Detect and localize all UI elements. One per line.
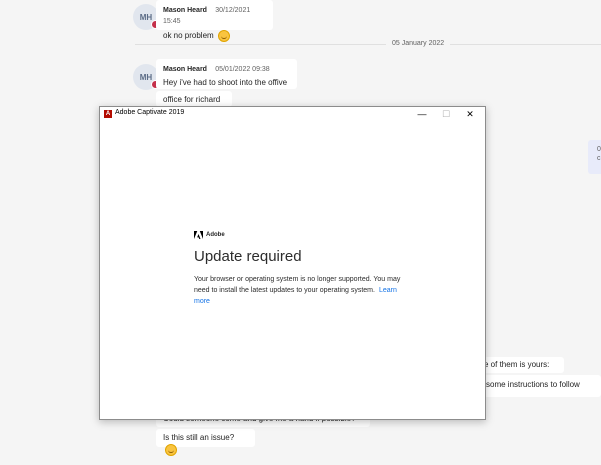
- chat-message[interactable]: some instructions to follow: [484, 375, 601, 397]
- adobe-captivate-app-icon: A: [104, 110, 112, 118]
- adobe-brand: Adobe: [194, 231, 404, 239]
- chat-message[interactable]: e of them is yours:: [484, 357, 564, 373]
- adobe-logo-icon: [194, 231, 203, 239]
- message-sender: Mason Heard: [163, 66, 207, 73]
- close-button[interactable]: ✕: [457, 107, 483, 121]
- smile-emoji-icon: [165, 443, 177, 456]
- chat-message[interactable]: Mason Heard 30/12/2021 15:45 ok no probl…: [156, 0, 273, 42]
- message-text: ok no problem: [163, 30, 214, 40]
- dialog-body: Your browser or operating system is no l…: [194, 274, 404, 308]
- minimize-button[interactable]: —: [409, 107, 435, 121]
- message-fragment: c: [597, 155, 601, 163]
- dialog-content: Adobe Update required Your browser or op…: [194, 231, 404, 308]
- maximize-button[interactable]: ☐: [433, 107, 459, 121]
- chat-message[interactable]: office for richard: [156, 91, 232, 107]
- dialog-heading: Update required: [194, 248, 302, 265]
- message-text: e of them is yours:: [484, 360, 550, 369]
- message-text: Hey i've had to shoot into the offive: [163, 77, 288, 87]
- date-divider-line: [135, 44, 601, 45]
- window-title: Adobe Captivate 2019: [115, 109, 185, 116]
- smile-emoji-icon: [217, 29, 230, 42]
- message-time: 05/01/2022 09:38: [215, 66, 270, 73]
- message-text: Is this still an issue?: [163, 433, 235, 442]
- message-sender: Mason Heard: [163, 7, 207, 14]
- date-divider: 05 January 2022: [386, 40, 451, 47]
- chat-message[interactable]: Mason Heard 05/01/2022 09:38 Hey i've ha…: [156, 59, 297, 89]
- chat-message[interactable]: Is this still an issue?: [156, 429, 255, 456]
- avatar-initials: MH: [139, 12, 153, 22]
- avatar-initials: MH: [139, 72, 153, 82]
- dialog-message: Your browser or operating system is no l…: [194, 276, 401, 295]
- message-fragment: 0: [597, 146, 601, 153]
- message-text: office for richard: [163, 95, 221, 104]
- title-bar[interactable]: A Adobe Captivate 2019 — ☐ ✕: [100, 107, 485, 121]
- message-text: some instructions to follow: [486, 380, 580, 389]
- update-dialog: A Adobe Captivate 2019 — ☐ ✕ Adobe Updat…: [99, 106, 486, 420]
- chat-message-own[interactable]: 0 c: [588, 140, 601, 174]
- brand-name: Adobe: [206, 232, 225, 238]
